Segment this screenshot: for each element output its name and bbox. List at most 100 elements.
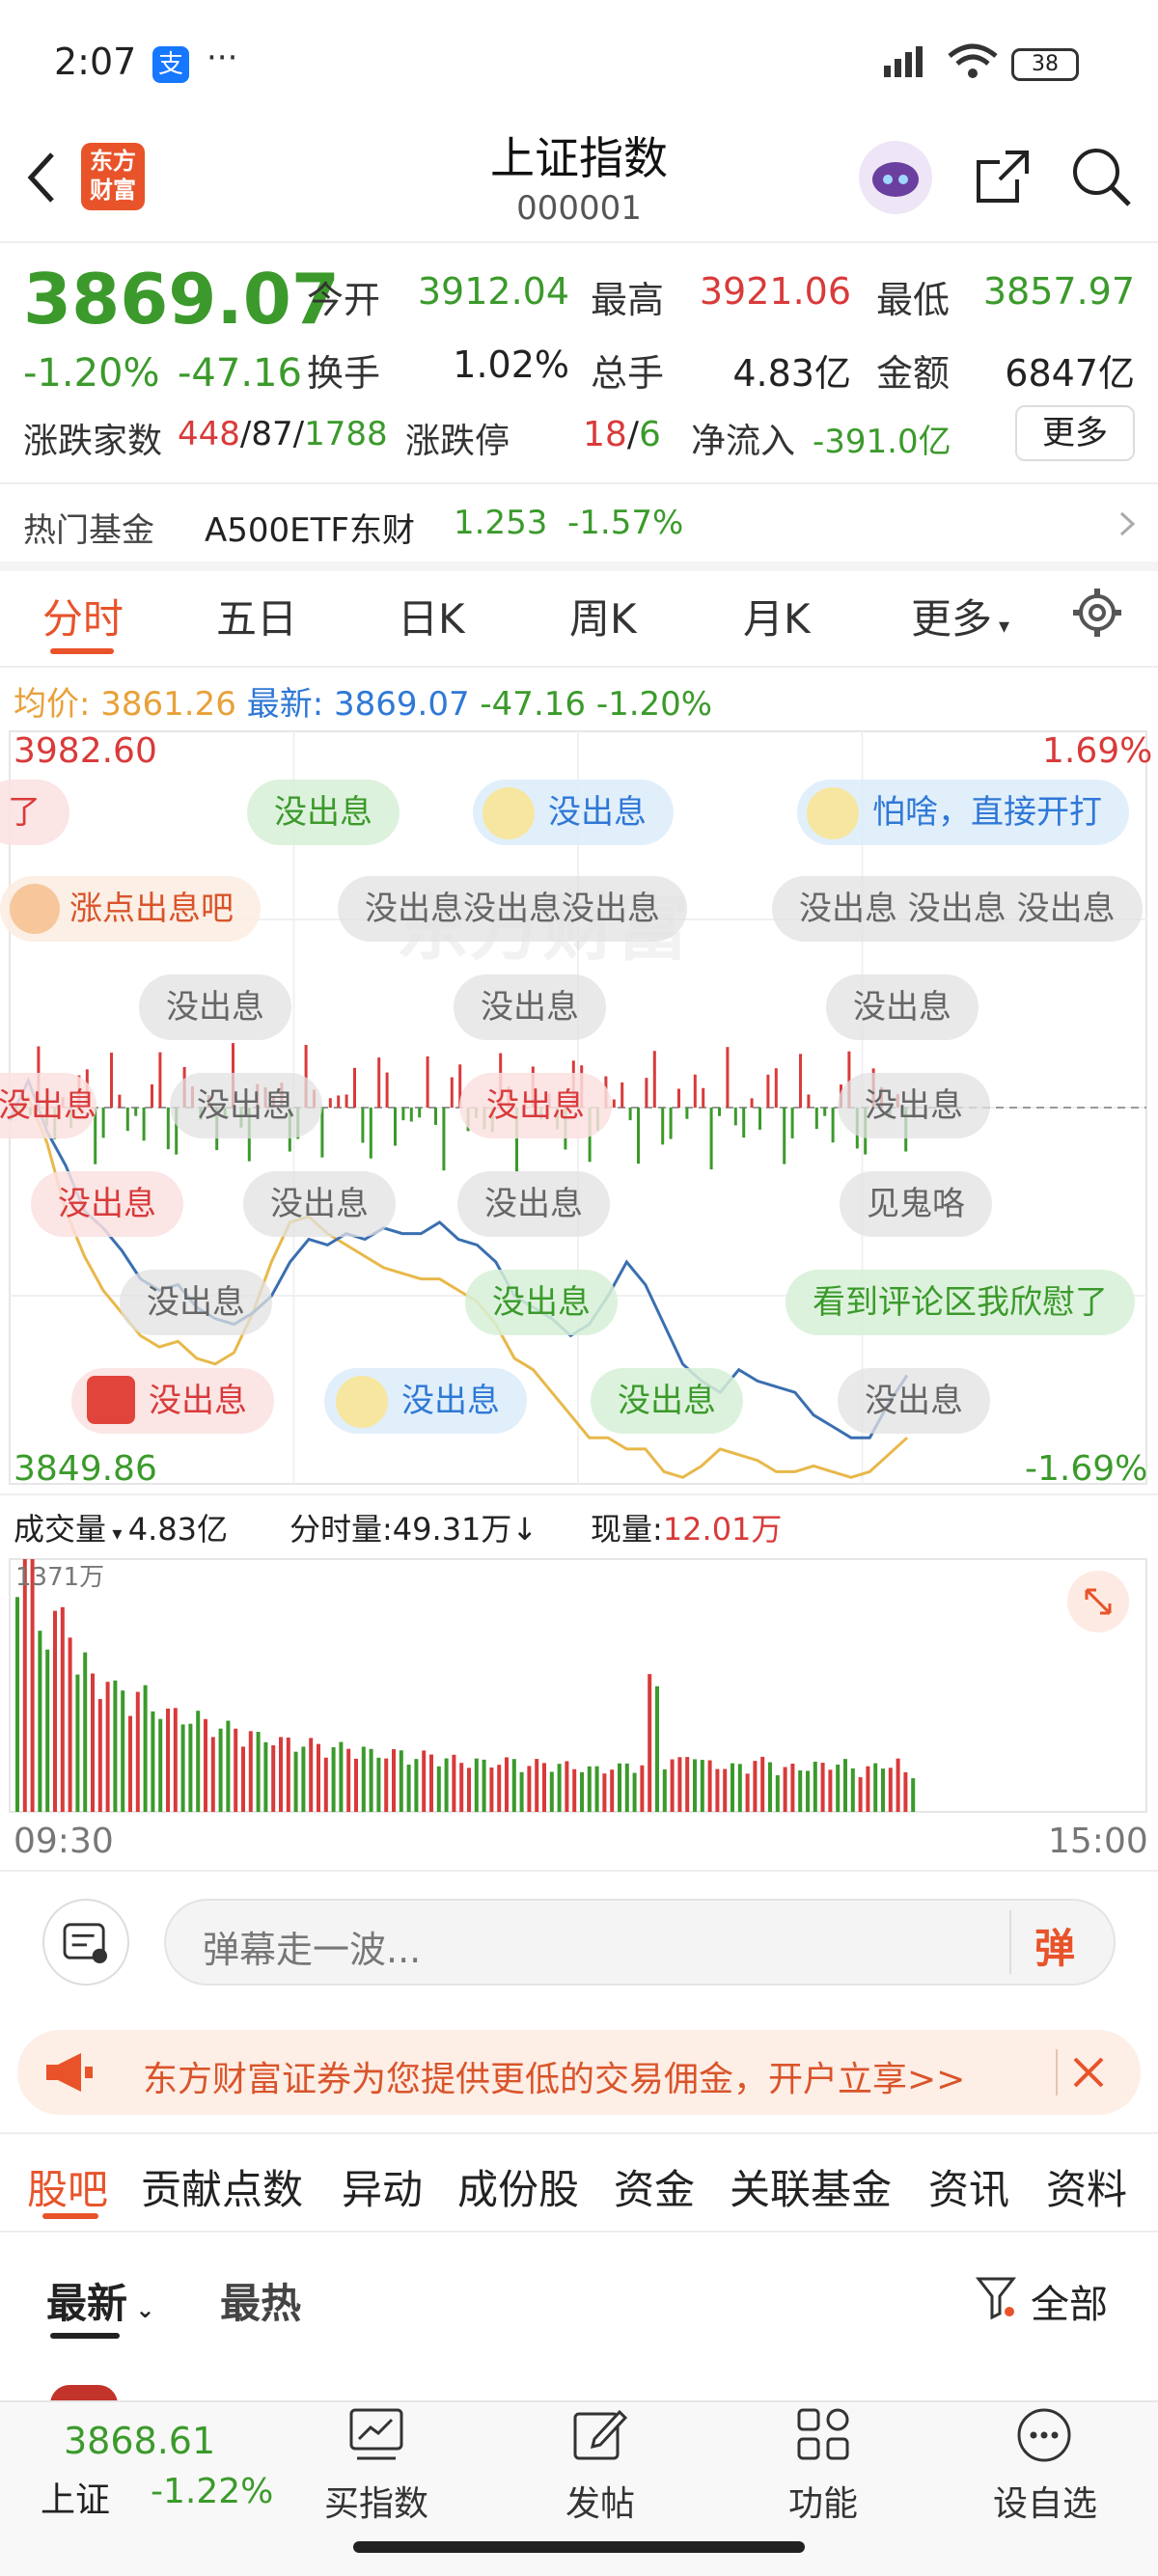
danmaku-chip[interactable]: 没出息 — [591, 1368, 743, 1434]
volume-bar — [527, 1766, 532, 1812]
subtab-contribution[interactable]: 贡献点数 — [141, 2157, 303, 2216]
fund-name[interactable]: A500ETF东财 — [205, 504, 415, 551]
danmaku-chip[interactable]: 没出息 — [139, 974, 291, 1040]
volume-bar — [806, 1770, 810, 1812]
volume-bar — [135, 1691, 140, 1812]
volume-chart[interactable] — [0, 1553, 1158, 1820]
danmaku-chip[interactable]: 没出息 — [170, 1073, 322, 1138]
volume-bar — [677, 1757, 682, 1812]
post-icon[interactable] — [571, 2406, 627, 2462]
danmaku-chip[interactable]: 没出息 — [31, 1171, 183, 1237]
buy-index-icon[interactable] — [347, 2406, 405, 2462]
search-icon[interactable] — [1069, 145, 1133, 208]
nav-function[interactable]: 功能 — [751, 2476, 896, 2526]
subtab-news[interactable]: 资讯 — [928, 2157, 1009, 2216]
tab-more[interactable]: 更多 ▾ — [911, 587, 1009, 645]
subtab-movement[interactable]: 异动 — [342, 2157, 423, 2216]
danmaku-chip[interactable]: 没出息 — [0, 1073, 96, 1138]
volume-bar — [436, 1766, 441, 1812]
current-volume: 现量:12.01万 — [591, 1511, 783, 1548]
danmaku-chip[interactable]: 见鬼咯 — [840, 1171, 992, 1237]
limit-values: 18/6 — [583, 415, 661, 454]
filter-all[interactable]: 全部 — [1031, 2273, 1108, 2329]
volume-bar — [737, 1764, 742, 1812]
volume-bar — [707, 1760, 712, 1812]
subtab-guba[interactable]: 股吧 — [27, 2157, 108, 2216]
subtab-profile[interactable]: 资料 — [1046, 2157, 1127, 2216]
limit-label: 涨跌停 — [405, 422, 510, 461]
avatar-icon — [807, 787, 859, 839]
close-icon[interactable] — [1071, 2055, 1106, 2090]
pressure-bar — [669, 1108, 673, 1139]
nav-post[interactable]: 发帖 — [528, 2476, 673, 2526]
volume-bar — [53, 1610, 57, 1812]
amount-label: 金额 — [876, 352, 951, 395]
danmaku-toggle-icon[interactable] — [42, 1899, 129, 1986]
bottom-index-name[interactable]: 上证 — [41, 2472, 110, 2522]
divider — [0, 2132, 1158, 2134]
nav-buy-index[interactable]: 买指数 — [304, 2476, 449, 2526]
amount-value: 6847亿 — [1005, 352, 1135, 395]
bottom-index-price[interactable]: 3868.61 — [64, 2420, 215, 2462]
sort-hot[interactable]: 最热 — [220, 2271, 301, 2330]
send-danmaku-button[interactable]: 弹 — [1034, 1916, 1075, 1975]
tab-daily-k[interactable]: 日K — [398, 587, 465, 645]
filter-icon[interactable] — [975, 2275, 1017, 2321]
volume-bar — [15, 1597, 19, 1812]
danmaku-chip[interactable]: 没出息 — [243, 1171, 396, 1237]
tab-intraday[interactable]: 分时 — [42, 587, 124, 645]
danmaku-chip[interactable]: 没出息 — [465, 1270, 618, 1335]
sort-indicator — [50, 2333, 120, 2339]
pressure-bar — [142, 1108, 146, 1141]
share-icon[interactable] — [973, 147, 1033, 206]
banner-text[interactable]: 东方财富证券为您提供更低的交易佣金，开户立享>> — [143, 2051, 965, 2101]
pressure-bar — [401, 1108, 405, 1121]
volume-bar — [392, 1749, 396, 1812]
settings-gear-icon[interactable] — [1071, 587, 1123, 639]
subtab-related-funds[interactable]: 关联基金 — [730, 2157, 892, 2216]
volume-bar — [429, 1754, 433, 1812]
danmaku-chip[interactable]: 了 — [0, 780, 69, 845]
chevron-right-icon[interactable] — [1117, 509, 1137, 538]
volume-bar — [354, 1758, 358, 1812]
danmaku-input[interactable]: 弹幕走一波... — [164, 1899, 1116, 1986]
volume-bar — [610, 1769, 615, 1812]
danmaku-chip[interactable]: 没出息 — [457, 1171, 610, 1237]
danmaku-chip[interactable]: 没出息没出息没出息 — [338, 876, 687, 942]
danmaku-chip[interactable]: 没出息 — [838, 1073, 990, 1138]
function-grid-icon[interactable] — [795, 2406, 851, 2462]
inflow-value: -391.0亿 — [813, 423, 951, 461]
danmaku-chip[interactable]: 看到评论区我欣慰了 — [786, 1270, 1135, 1335]
danmaku-chip[interactable]: 没出息 — [454, 974, 606, 1040]
bottom-index-pct[interactable]: -1.22% — [151, 2472, 273, 2511]
danmaku-chip[interactable]: 没出息 — [120, 1270, 272, 1335]
subtab-components[interactable]: 成份股 — [457, 2157, 579, 2216]
volume-bar — [760, 1756, 765, 1812]
axis-top-price: 3982.60 — [14, 731, 157, 771]
pressure-bar — [377, 1057, 381, 1108]
pressure-bar — [823, 1108, 827, 1116]
more-button[interactable]: 更多 — [1015, 405, 1135, 461]
tab-monthly-k[interactable]: 月K — [743, 587, 811, 645]
danmaku-chip[interactable]: 没出息 — [459, 1073, 612, 1138]
volume-bar — [723, 1768, 728, 1812]
danmaku-chip[interactable]: 没出息 — [838, 1368, 990, 1434]
tab-weekly-k[interactable]: 周K — [569, 587, 637, 645]
danmaku-chip[interactable]: 没出息 没出息 没出息 — [772, 876, 1143, 942]
pressure-bar — [661, 1108, 665, 1145]
volume-bar — [640, 1765, 645, 1812]
add-favorite-icon[interactable] — [1015, 2406, 1073, 2464]
volume-bar — [75, 1674, 80, 1812]
danmaku-chip[interactable]: 没出息 — [826, 974, 979, 1040]
volume-label: 总手 — [591, 352, 665, 395]
volume-bar — [685, 1757, 690, 1812]
change-points: -47.16 — [178, 351, 302, 396]
tab-five-day[interactable]: 五日 — [216, 587, 297, 645]
subtab-funds-flow[interactable]: 资金 — [614, 2157, 695, 2216]
volume-bar — [497, 1765, 502, 1812]
sort-latest[interactable]: 最新 ⌄ — [46, 2271, 154, 2330]
nav-add-favorite[interactable]: 设自选 — [973, 2476, 1117, 2526]
expand-icon[interactable] — [1067, 1571, 1129, 1632]
danmaku-chip[interactable]: 没出息 — [247, 780, 400, 845]
assistant-avatar-icon[interactable] — [859, 141, 932, 214]
